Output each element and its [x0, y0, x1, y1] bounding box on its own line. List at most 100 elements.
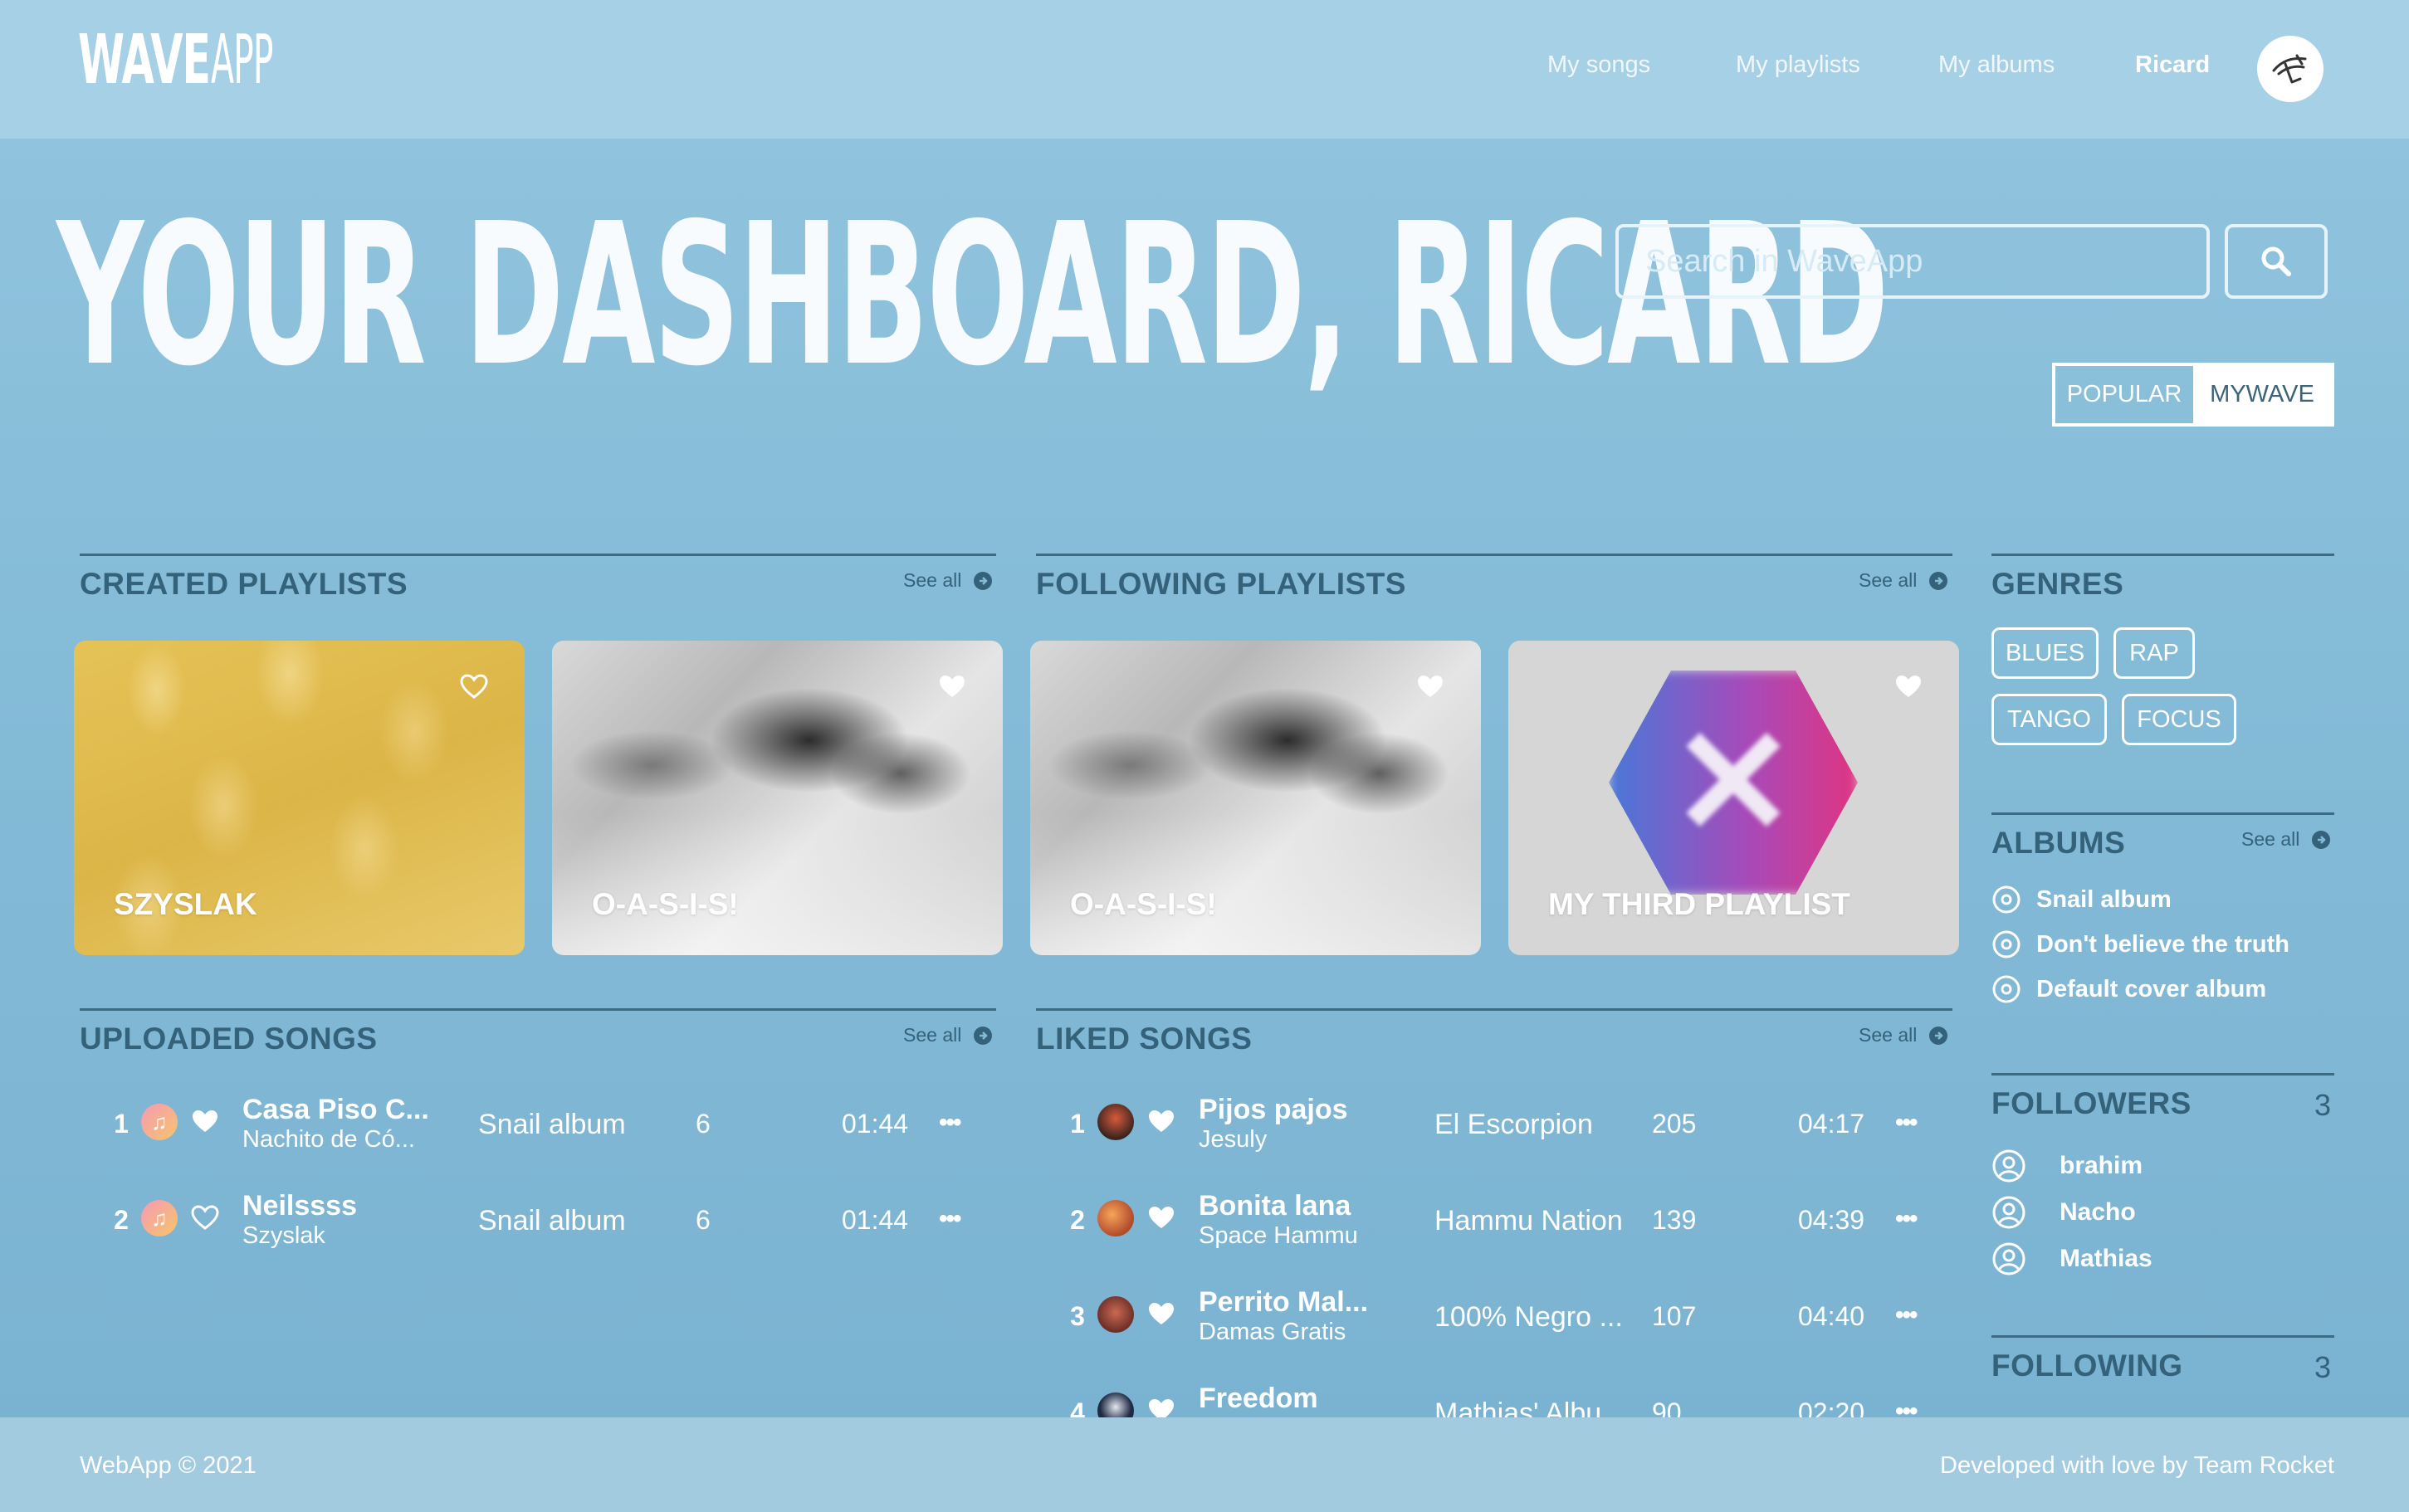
nav-my-songs[interactable]: My songs: [1547, 51, 1650, 79]
nav-my-albums[interactable]: My albums: [1938, 51, 2055, 79]
follower-name: brahim: [2060, 1152, 2143, 1179]
heart-filled-icon[interactable]: [1147, 1301, 1175, 1326]
song-number: 1: [114, 1109, 129, 1139]
follower-name: Mathias: [2060, 1245, 2152, 1272]
genre-tag-tango[interactable]: TANGO: [1991, 694, 2107, 745]
more-options-icon[interactable]: •••: [939, 1109, 961, 1137]
heart-outline-icon[interactable]: [460, 674, 488, 699]
song-title[interactable]: Pijos pajos: [1199, 1094, 1348, 1126]
song-duration: 01:44: [842, 1205, 909, 1235]
section-divider: [80, 554, 996, 556]
song-row[interactable]: 3 Perrito Mal... Damas Gratis 100% Negro…: [1061, 1286, 1941, 1356]
heart-filled-icon[interactable]: [1416, 674, 1444, 699]
following-playlists-see-all[interactable]: See all: [1859, 569, 1948, 592]
song-album[interactable]: Hammu Nation: [1434, 1205, 1623, 1237]
user-avatar[interactable]: [2257, 36, 2323, 102]
album-list-item[interactable]: Snail album: [1991, 885, 2172, 915]
toggle-mywave[interactable]: MYWAVE: [2193, 366, 2331, 423]
playlist-card[interactable]: O-A-S-I-S!: [552, 641, 1003, 955]
song-row[interactable]: 2 ♫ Neilssss Szyslak Snail album 6 01:44…: [105, 1190, 985, 1260]
waveapp-logo[interactable]: WAVE APP: [78, 21, 335, 100]
follower-item[interactable]: brahim: [1991, 1149, 2143, 1183]
genre-tag-rap[interactable]: RAP: [2113, 627, 2195, 679]
playlist-card-title: MY THIRD PLAYLIST: [1548, 887, 1850, 921]
footer-credits: Developed with love by Team Rocket: [1940, 1452, 2334, 1479]
heart-filled-icon[interactable]: [938, 674, 966, 699]
playlist-card[interactable]: O-A-S-I-S!: [1030, 641, 1481, 955]
playlist-card[interactable]: SZYSLAK: [74, 641, 525, 955]
song-number: 3: [1070, 1301, 1085, 1331]
created-playlists-see-all[interactable]: See all: [903, 569, 993, 592]
more-options-icon[interactable]: •••: [1895, 1205, 1918, 1233]
song-cover-thumb: [1097, 1200, 1134, 1236]
song-row[interactable]: 2 Bonita lana Space Hammu Hammu Nation 1…: [1061, 1190, 1941, 1260]
page-title: YOUR DASHBOARD, RICARD: [56, 181, 1889, 409]
section-divider: [1036, 1008, 1952, 1011]
song-artist[interactable]: Szyslak: [242, 1222, 325, 1250]
avatar-sketch-icon: [2272, 54, 2307, 84]
song-title[interactable]: Bonita lana: [1199, 1190, 1351, 1222]
follower-item[interactable]: Nacho: [1991, 1195, 2136, 1230]
following-title: FOLLOWING: [1991, 1349, 2183, 1383]
section-divider: [80, 1008, 996, 1011]
album-list-item[interactable]: Don't believe the truth: [1991, 929, 2289, 959]
album-list-item[interactable]: Default cover album: [1991, 974, 2266, 1004]
heart-filled-icon[interactable]: [1147, 1109, 1175, 1134]
song-artist[interactable]: Jesuly: [1199, 1126, 1267, 1154]
song-album[interactable]: Snail album: [478, 1205, 626, 1237]
toggle-popular[interactable]: POPULAR: [2055, 366, 2193, 423]
arrow-circle-icon: [2312, 830, 2331, 849]
song-plays: 139: [1652, 1205, 1697, 1235]
song-title[interactable]: Neilssss: [242, 1190, 357, 1222]
song-duration: 04:17: [1798, 1109, 1865, 1139]
song-artist[interactable]: Nachito de Có...: [242, 1126, 415, 1154]
song-title[interactable]: Perrito Mal...: [1199, 1286, 1368, 1319]
user-circle-icon: [1992, 1196, 2025, 1229]
logo-bold-text: WAVE: [78, 21, 211, 100]
song-number: 2: [114, 1205, 129, 1235]
song-row[interactable]: 1 Pijos pajos Jesuly El Escorpion 205 04…: [1061, 1094, 1941, 1163]
genre-tag-blues[interactable]: BLUES: [1991, 627, 2099, 679]
user-circle-icon: [1992, 1242, 2025, 1275]
song-cover-thumb: [1097, 1296, 1134, 1333]
section-divider: [1991, 812, 2334, 815]
genre-tag-focus[interactable]: FOCUS: [2122, 694, 2236, 745]
song-title[interactable]: Casa Piso C...: [242, 1094, 429, 1126]
song-title[interactable]: Freedom: [1199, 1383, 1318, 1415]
song-row[interactable]: 1 ♫ Casa Piso C... Nachito de Có... Snai…: [105, 1094, 985, 1163]
album-name: Snail album: [2036, 885, 2172, 913]
more-options-icon[interactable]: •••: [1895, 1109, 1918, 1137]
footer: WebApp © 2021 Developed with love by Tea…: [0, 1417, 2409, 1512]
following-playlists-title: FOLLOWING PLAYLISTS: [1036, 567, 1406, 601]
search-input[interactable]: [1615, 224, 2210, 299]
album-name: Default cover album: [2036, 975, 2267, 1002]
albums-see-all[interactable]: See all: [2241, 828, 2331, 851]
music-note-icon: ♫: [141, 1104, 178, 1140]
song-artist[interactable]: Space Hammu: [1199, 1222, 1358, 1250]
song-artist[interactable]: Damas Gratis: [1199, 1319, 1346, 1346]
followers-title: FOLLOWERS: [1991, 1086, 2192, 1120]
heart-filled-icon[interactable]: [191, 1109, 219, 1134]
liked-songs-see-all[interactable]: See all: [1859, 1024, 1948, 1046]
heart-filled-icon[interactable]: [1894, 674, 1923, 699]
song-album[interactable]: El Escorpion: [1434, 1109, 1593, 1141]
follower-item[interactable]: Mathias: [1991, 1241, 2152, 1276]
music-note-icon: ♫: [141, 1200, 178, 1236]
nav-user-name[interactable]: Ricard: [2135, 51, 2210, 79]
song-plays: 107: [1652, 1301, 1697, 1331]
see-all-label: See all: [1859, 1024, 1918, 1046]
playlist-card[interactable]: ✕ MY THIRD PLAYLIST: [1508, 641, 1959, 955]
search-button[interactable]: [2225, 224, 2328, 299]
song-album[interactable]: Snail album: [478, 1109, 626, 1141]
song-duration: 01:44: [842, 1109, 909, 1139]
playlist-cover-x-mark: ✕: [1670, 699, 1796, 866]
section-divider: [1991, 554, 2334, 556]
more-options-icon[interactable]: •••: [1895, 1301, 1918, 1329]
uploaded-songs-see-all[interactable]: See all: [903, 1024, 993, 1046]
song-album[interactable]: 100% Negro ...: [1434, 1301, 1623, 1334]
more-options-icon[interactable]: •••: [939, 1205, 961, 1233]
nav-my-playlists[interactable]: My playlists: [1736, 51, 1860, 79]
liked-songs-title: LIKED SONGS: [1036, 1022, 1253, 1056]
heart-outline-icon[interactable]: [191, 1205, 219, 1230]
heart-filled-icon[interactable]: [1147, 1205, 1175, 1230]
